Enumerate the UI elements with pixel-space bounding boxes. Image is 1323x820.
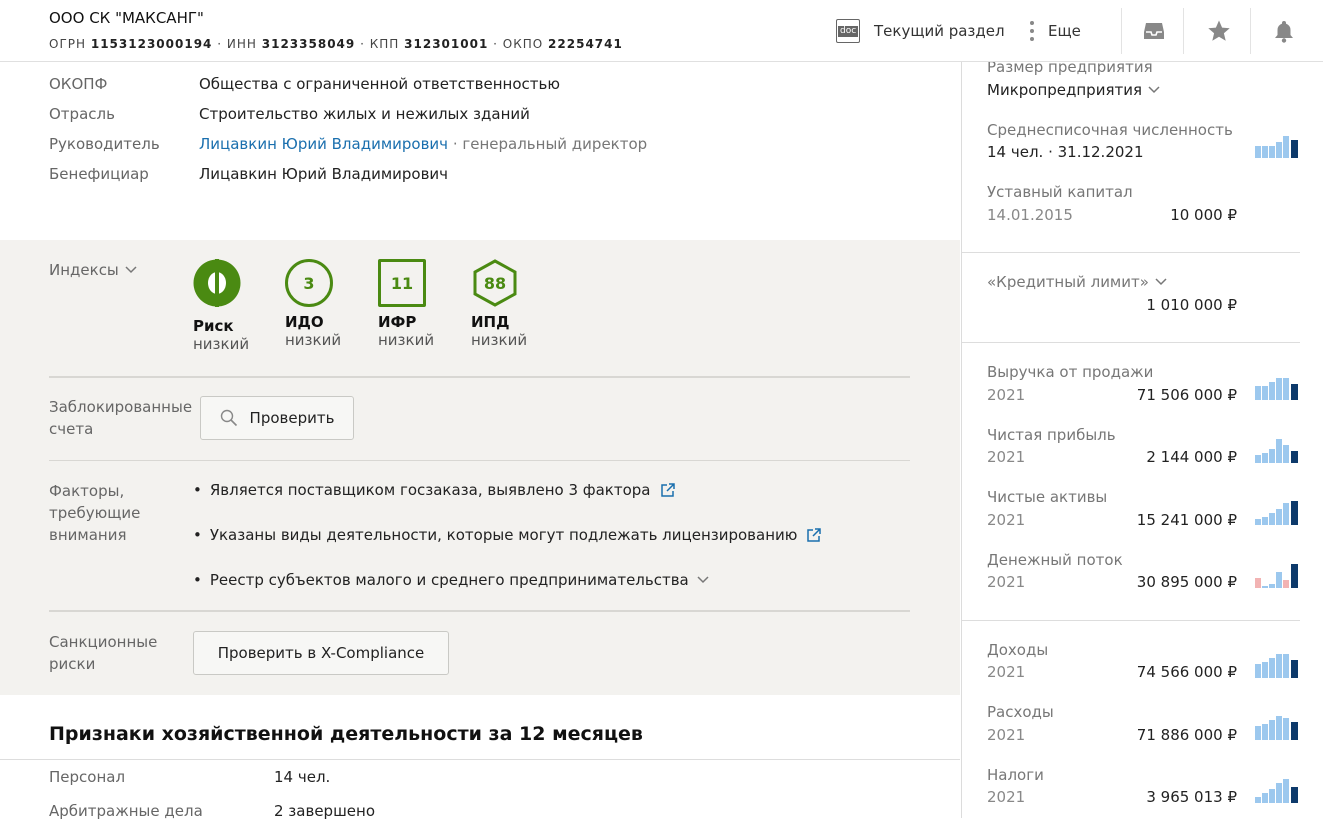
external-link-icon[interactable] xyxy=(660,482,676,498)
revenue-label[interactable]: Выручка от продажи xyxy=(987,363,1153,381)
staff-count-label: Среднесписочная численность xyxy=(987,121,1233,139)
credit-limit-value: 1 010 000 ₽ xyxy=(1146,296,1237,314)
activity-section-title: Признаки хозяйственной деятельности за 1… xyxy=(49,723,643,745)
ifr-square: 11 xyxy=(378,259,426,307)
chevron-down-icon xyxy=(1148,86,1160,94)
taxes-mini-chart xyxy=(1255,779,1298,803)
director-link[interactable]: Лицавкин Юрий Владимирович xyxy=(199,135,448,153)
risk-ring-icon xyxy=(193,259,241,307)
sidebar-divider xyxy=(962,620,1300,621)
credit-limit-dropdown[interactable]: «Кредитный лимит» xyxy=(987,273,1167,291)
more-vertical-icon xyxy=(1030,19,1034,43)
capital-label: Уставный капитал xyxy=(987,183,1133,201)
ifr-index[interactable]: 11 ИФР низкий xyxy=(378,259,438,349)
expenses-mini-chart xyxy=(1255,716,1298,740)
external-link-icon[interactable] xyxy=(806,527,822,543)
inbox-icon[interactable] xyxy=(1140,17,1168,45)
taxes-label[interactable]: Налоги xyxy=(987,766,1044,784)
net-assets-label[interactable]: Чистые активы xyxy=(987,488,1107,506)
main-content: ОКОПФ Общества с ограниченной ответствен… xyxy=(0,62,960,820)
net-assets-value: 15 241 000 ₽ xyxy=(1136,511,1237,529)
staff-mini-chart xyxy=(1255,136,1298,158)
income-mini-chart xyxy=(1255,654,1298,678)
income-value: 74 566 000 ₽ xyxy=(1136,663,1237,681)
net-profit-value: 2 144 000 ₽ xyxy=(1146,448,1237,466)
chevron-down-icon xyxy=(697,576,709,584)
detail-row-industry: Отрасль Строительство жилых и нежилых зд… xyxy=(49,105,530,123)
chevron-down-icon xyxy=(1155,278,1167,286)
sidebar-divider xyxy=(962,252,1300,253)
ipd-index[interactable]: 88 ИПД низкий xyxy=(471,259,531,349)
revenue-mini-chart xyxy=(1255,378,1298,400)
company-size-dropdown[interactable]: Микропредприятия xyxy=(987,81,1160,99)
section-divider xyxy=(49,376,910,378)
company-name: ООО СК "МАКСАНГ" xyxy=(49,9,204,27)
kpp-value: 312301001 xyxy=(404,37,489,51)
search-icon xyxy=(220,409,237,427)
check-x-compliance-button[interactable]: Проверить в X-Compliance xyxy=(193,631,449,675)
ido-index[interactable]: 3 ИДО низкий xyxy=(285,259,345,349)
header-divider xyxy=(1121,8,1122,54)
chevron-down-icon xyxy=(125,266,137,274)
ipd-hexagon: 88 xyxy=(471,259,519,307)
star-icon[interactable] xyxy=(1205,17,1233,45)
okpo-value: 22254741 xyxy=(548,37,623,51)
activity-row-arbitration: Арбитражные дела 2 завершено xyxy=(49,802,376,820)
header-divider xyxy=(1250,8,1251,54)
attention-factors-label: Факторы, требующие внимания xyxy=(49,482,141,544)
blocked-accounts-label: Заблокированные счета xyxy=(49,398,193,438)
expenses-label[interactable]: Расходы xyxy=(987,703,1054,721)
risk-index[interactable]: Риск низкий xyxy=(193,259,253,353)
title-divider xyxy=(0,759,960,760)
income-label[interactable]: Доходы xyxy=(987,641,1048,659)
detail-row-okopf: ОКОПФ Общества с ограниченной ответствен… xyxy=(49,75,560,93)
taxes-value: 3 965 013 ₽ xyxy=(1146,788,1237,806)
indexes-section: Индексы Риск низкий 3 ИДО низкий 11 ИФР … xyxy=(0,240,960,695)
detail-row-beneficiary: Бенефициар Лицавкин Юрий Владимирович xyxy=(49,165,449,183)
company-header: ООО СК "МАКСАНГ" ОГРН 1153123000194 · ИН… xyxy=(0,0,1323,62)
detail-row-director: Руководитель Лицавкин Юрий Владимирович … xyxy=(49,135,648,153)
director-role: · генеральный директор xyxy=(448,135,648,153)
section-divider xyxy=(49,610,910,612)
sanctions-label: Санкционные риски xyxy=(49,633,158,673)
indexes-toggle[interactable]: Индексы xyxy=(49,259,137,281)
factor-item[interactable]: • Реестр субъектов малого и среднего пре… xyxy=(193,571,709,589)
section-divider xyxy=(49,460,910,461)
more-button[interactable]: Еще xyxy=(1030,16,1081,46)
inn-value: 3123358049 xyxy=(261,37,356,51)
check-blocked-button[interactable]: Проверить xyxy=(200,396,354,440)
header-divider xyxy=(1183,8,1184,54)
ogrn-value: 1153123000194 xyxy=(90,37,213,51)
cash-flow-mini-chart xyxy=(1255,564,1298,588)
sidebar-divider xyxy=(962,342,1300,343)
net-assets-mini-chart xyxy=(1255,501,1298,525)
factor-item[interactable]: • Является поставщиком госзаказа, выявле… xyxy=(193,481,676,499)
summary-sidebar: Размер предприятия Микропредприятия Сред… xyxy=(961,58,1323,818)
activity-row-staff: Персонал 14 чел. xyxy=(49,768,331,786)
beneficiary-link[interactable]: Лицавкин Юрий Владимирович xyxy=(199,165,448,183)
ido-circle: 3 xyxy=(285,259,333,307)
staff-count-value: 14 чел. · 31.12.2021 xyxy=(987,143,1144,161)
net-profit-label[interactable]: Чистая прибыль xyxy=(987,426,1116,444)
doc-icon: doc xyxy=(836,19,860,43)
bell-icon[interactable] xyxy=(1270,17,1298,45)
cash-flow-label[interactable]: Денежный поток xyxy=(987,551,1123,569)
capital-value: 10 000 ₽ xyxy=(1170,206,1237,224)
company-identifiers: ОГРН 1153123000194 · ИНН 3123358049 · КП… xyxy=(49,37,623,51)
cash-flow-value: 30 895 000 ₽ xyxy=(1136,573,1237,591)
net-profit-mini-chart xyxy=(1255,439,1298,463)
expenses-value: 71 886 000 ₽ xyxy=(1136,726,1237,744)
revenue-value: 71 506 000 ₽ xyxy=(1136,386,1237,404)
current-section-button[interactable]: doc Текущий раздел xyxy=(836,16,1005,46)
factor-item[interactable]: • Указаны виды деятельности, которые мог… xyxy=(193,526,822,544)
